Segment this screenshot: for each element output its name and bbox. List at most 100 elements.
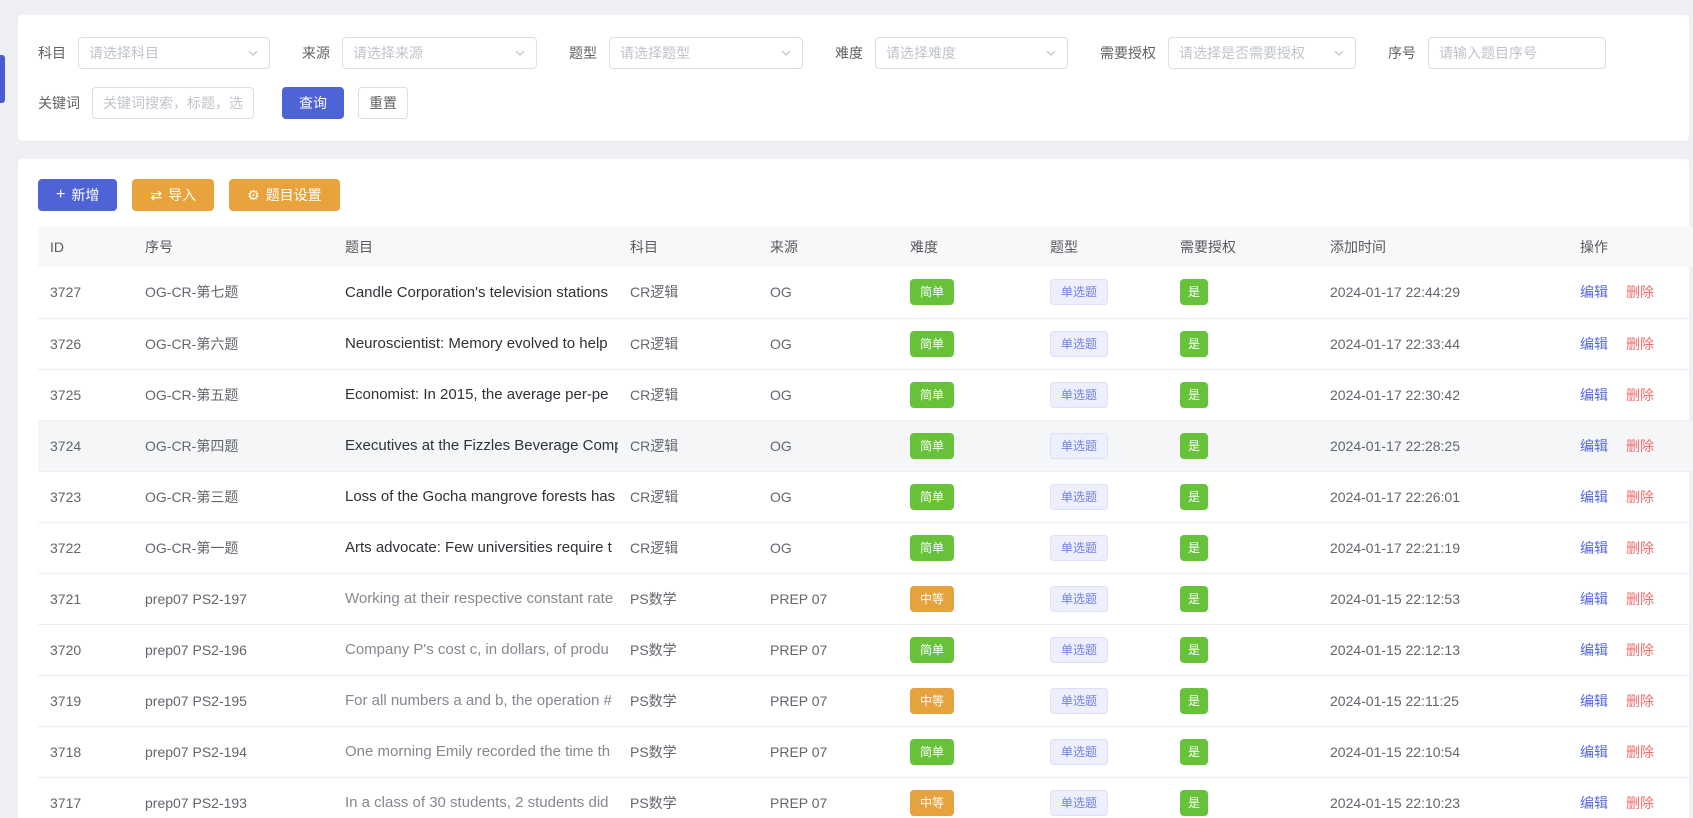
cell-difficulty: 简单 (898, 471, 1038, 522)
delete-link[interactable]: 删除 (1626, 387, 1654, 403)
cell-question-type: 单选题 (1038, 420, 1168, 471)
filter-group-source: 来源 请选择来源 (302, 37, 537, 69)
filter-group-difficulty: 难度 请选择难度 (835, 37, 1068, 69)
cell-added-time: 2024-01-17 22:33:44 (1318, 318, 1568, 369)
cell-difficulty: 中等 (898, 573, 1038, 624)
column-header-9: 操作 (1568, 227, 1693, 267)
auth-select[interactable]: 请选择是否需要授权 (1168, 37, 1356, 69)
cell-question-type: 单选题 (1038, 369, 1168, 420)
cell-subject: PS数学 (618, 624, 758, 675)
cell-actions: 编辑 删除 (1568, 369, 1693, 420)
question-settings-button[interactable]: ⚙ 题目设置 (229, 179, 340, 211)
difficulty-select[interactable]: 请选择难度 (875, 37, 1068, 69)
edit-link[interactable]: 编辑 (1580, 336, 1608, 352)
cell-question-type: 单选题 (1038, 726, 1168, 777)
cell-difficulty: 简单 (898, 318, 1038, 369)
auth-filter-label: 需要授权 (1100, 43, 1156, 63)
delete-link[interactable]: 删除 (1626, 540, 1654, 556)
delete-link[interactable]: 删除 (1626, 438, 1654, 454)
cell-difficulty: 中等 (898, 675, 1038, 726)
cell-subject: PS数学 (618, 777, 758, 818)
edit-link[interactable]: 编辑 (1580, 795, 1608, 811)
cell-source: OG (758, 318, 898, 369)
question-title: Company P's cost c, in dollars, of produ (333, 624, 618, 675)
edit-link[interactable]: 编辑 (1580, 540, 1608, 556)
edit-link[interactable]: 编辑 (1580, 387, 1608, 403)
auth-required-badge: 是 (1180, 739, 1208, 765)
cell-auth-required: 是 (1168, 420, 1318, 471)
reset-button[interactable]: 重置 (358, 87, 408, 119)
edit-link[interactable]: 编辑 (1580, 438, 1608, 454)
keyword-input[interactable] (92, 87, 254, 119)
serial-input[interactable] (1428, 37, 1606, 69)
cell-question-type: 单选题 (1038, 624, 1168, 675)
delete-link[interactable]: 删除 (1626, 591, 1654, 607)
cell-subject: CR逻辑 (618, 420, 758, 471)
filter-group-question-type: 题型 请选择题型 (569, 37, 803, 69)
delete-link[interactable]: 删除 (1626, 693, 1654, 709)
edit-link[interactable]: 编辑 (1580, 489, 1608, 505)
add-question-button[interactable]: + 新增 (38, 179, 117, 211)
difficulty-badge: 简单 (910, 535, 954, 561)
filter-row-2: 关键词 查询 重置 (38, 87, 1669, 119)
edit-link[interactable]: 编辑 (1580, 284, 1608, 300)
question-type-tag: 单选题 (1050, 484, 1108, 510)
question-type-tag: 单选题 (1050, 586, 1108, 612)
import-button[interactable]: ⇄ 导入 (132, 179, 214, 211)
auth-required-badge: 是 (1180, 535, 1208, 561)
auth-required-badge: 是 (1180, 586, 1208, 612)
question-title: Economist: In 2015, the average per-pe (333, 369, 618, 420)
cell-source: PREP 07 (758, 675, 898, 726)
question-type-tag: 单选题 (1050, 279, 1108, 305)
question-title: Neuroscientist: Memory evolved to help (333, 318, 618, 369)
cell-serial: prep07 PS2-197 (133, 573, 333, 624)
difficulty-filter-label: 难度 (835, 43, 863, 63)
cell-subject: CR逻辑 (618, 369, 758, 420)
source-select[interactable]: 请选择来源 (342, 37, 537, 69)
table-toolbar: + 新增 ⇄ 导入 ⚙ 题目设置 (38, 179, 1681, 211)
subject-filter-label: 科目 (38, 43, 66, 63)
subject-select[interactable]: 请选择科目 (78, 37, 270, 69)
delete-link[interactable]: 删除 (1626, 795, 1654, 811)
edit-link[interactable]: 编辑 (1580, 693, 1608, 709)
cell-difficulty: 简单 (898, 420, 1038, 471)
cell-auth-required: 是 (1168, 318, 1318, 369)
cell-added-time: 2024-01-15 22:11:25 (1318, 675, 1568, 726)
edit-link[interactable]: 编辑 (1580, 642, 1608, 658)
delete-link[interactable]: 删除 (1626, 642, 1654, 658)
delete-link[interactable]: 删除 (1626, 336, 1654, 352)
cell-source: OG (758, 522, 898, 573)
cell-id: 3717 (38, 777, 133, 818)
cell-added-time: 2024-01-15 22:10:54 (1318, 726, 1568, 777)
table-row: 3727OG-CR-第七题Candle Corporation's televi… (38, 267, 1693, 318)
cell-subject: PS数学 (618, 726, 758, 777)
question-title: Candle Corporation's television stations (333, 267, 618, 318)
question-type-tag: 单选题 (1050, 433, 1108, 459)
question-type-tag: 单选题 (1050, 331, 1108, 357)
auth-required-badge: 是 (1180, 688, 1208, 714)
edit-link[interactable]: 编辑 (1580, 591, 1608, 607)
cell-added-time: 2024-01-17 22:28:25 (1318, 420, 1568, 471)
delete-link[interactable]: 删除 (1626, 744, 1654, 760)
cell-subject: CR逻辑 (618, 318, 758, 369)
cell-actions: 编辑 删除 (1568, 624, 1693, 675)
cell-serial: OG-CR-第一题 (133, 522, 333, 573)
cell-added-time: 2024-01-17 22:30:42 (1318, 369, 1568, 420)
table-row: 3725OG-CR-第五题Economist: In 2015, the ave… (38, 369, 1693, 420)
cell-source: OG (758, 471, 898, 522)
question-type-select[interactable]: 请选择题型 (609, 37, 803, 69)
question-title: One morning Emily recorded the time th (333, 726, 618, 777)
sidebar-collapsed-accent[interactable] (0, 55, 5, 103)
delete-link[interactable]: 删除 (1626, 284, 1654, 300)
difficulty-badge: 简单 (910, 739, 954, 765)
cell-difficulty: 简单 (898, 522, 1038, 573)
question-table-panel: + 新增 ⇄ 导入 ⚙ 题目设置 ID序号题目科目来源难度题型需要授权添加时间操… (18, 159, 1689, 818)
delete-link[interactable]: 删除 (1626, 489, 1654, 505)
edit-link[interactable]: 编辑 (1580, 744, 1608, 760)
cell-auth-required: 是 (1168, 624, 1318, 675)
table-row: 3724OG-CR-第四题Executives at the Fizzles B… (38, 420, 1693, 471)
cell-source: OG (758, 420, 898, 471)
search-button[interactable]: 查询 (282, 87, 344, 119)
question-type-tag: 单选题 (1050, 688, 1108, 714)
difficulty-badge: 简单 (910, 637, 954, 663)
